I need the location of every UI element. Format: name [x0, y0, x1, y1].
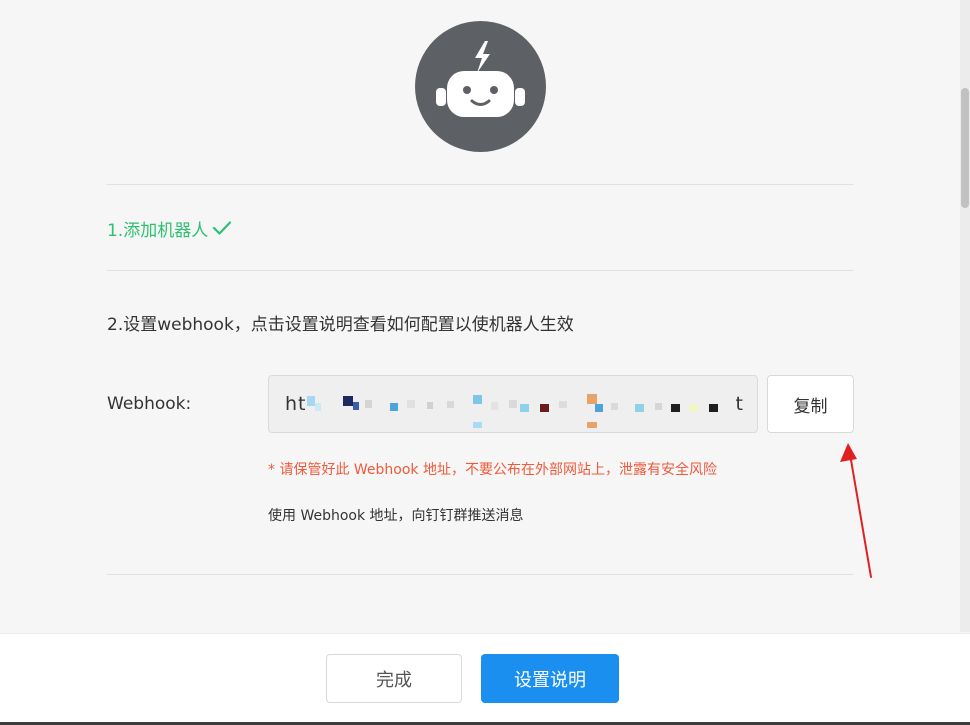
red-arrow-annotation — [840, 443, 872, 578]
divider — [107, 184, 854, 185]
divider — [107, 270, 854, 271]
security-warning-text: * 请保管好此 Webhook 地址，不要公布在外部网站上，泄露有安全风险 — [268, 462, 717, 478]
done-button[interactable]: 完成 — [326, 654, 462, 703]
robot-settings-dialog: 1.添加机器人 2.设置webhook，点击设置说明查看如何配置以使机器人生效 … — [0, 0, 970, 725]
setup-instructions-button[interactable]: 设置说明 — [481, 654, 619, 703]
divider — [107, 574, 854, 575]
step-2-label: 2.设置webhook，点击设置说明查看如何配置以使机器人生效 — [107, 315, 574, 335]
dialog-footer: 完成 设置说明 — [0, 633, 970, 725]
webhook-url-prefix: ht — [285, 393, 307, 415]
robot-avatar-icon — [415, 21, 546, 152]
copy-button[interactable]: 复制 — [767, 375, 854, 433]
step-1-added-robot: 1.添加机器人 — [107, 215, 232, 241]
webhook-usage-hint: 使用 Webhook 地址，向钉钉群推送消息 — [268, 508, 524, 524]
webhook-url-field[interactable]: ht t — [268, 375, 758, 433]
scrollbar-thumb[interactable] — [961, 88, 969, 208]
webhook-url-suffix: t — [735, 393, 743, 415]
step-1-label: 1.添加机器人 — [107, 220, 209, 241]
checkmark-icon — [212, 220, 232, 236]
scrollbar[interactable] — [960, 0, 970, 632]
webhook-label: Webhook: — [107, 394, 192, 414]
